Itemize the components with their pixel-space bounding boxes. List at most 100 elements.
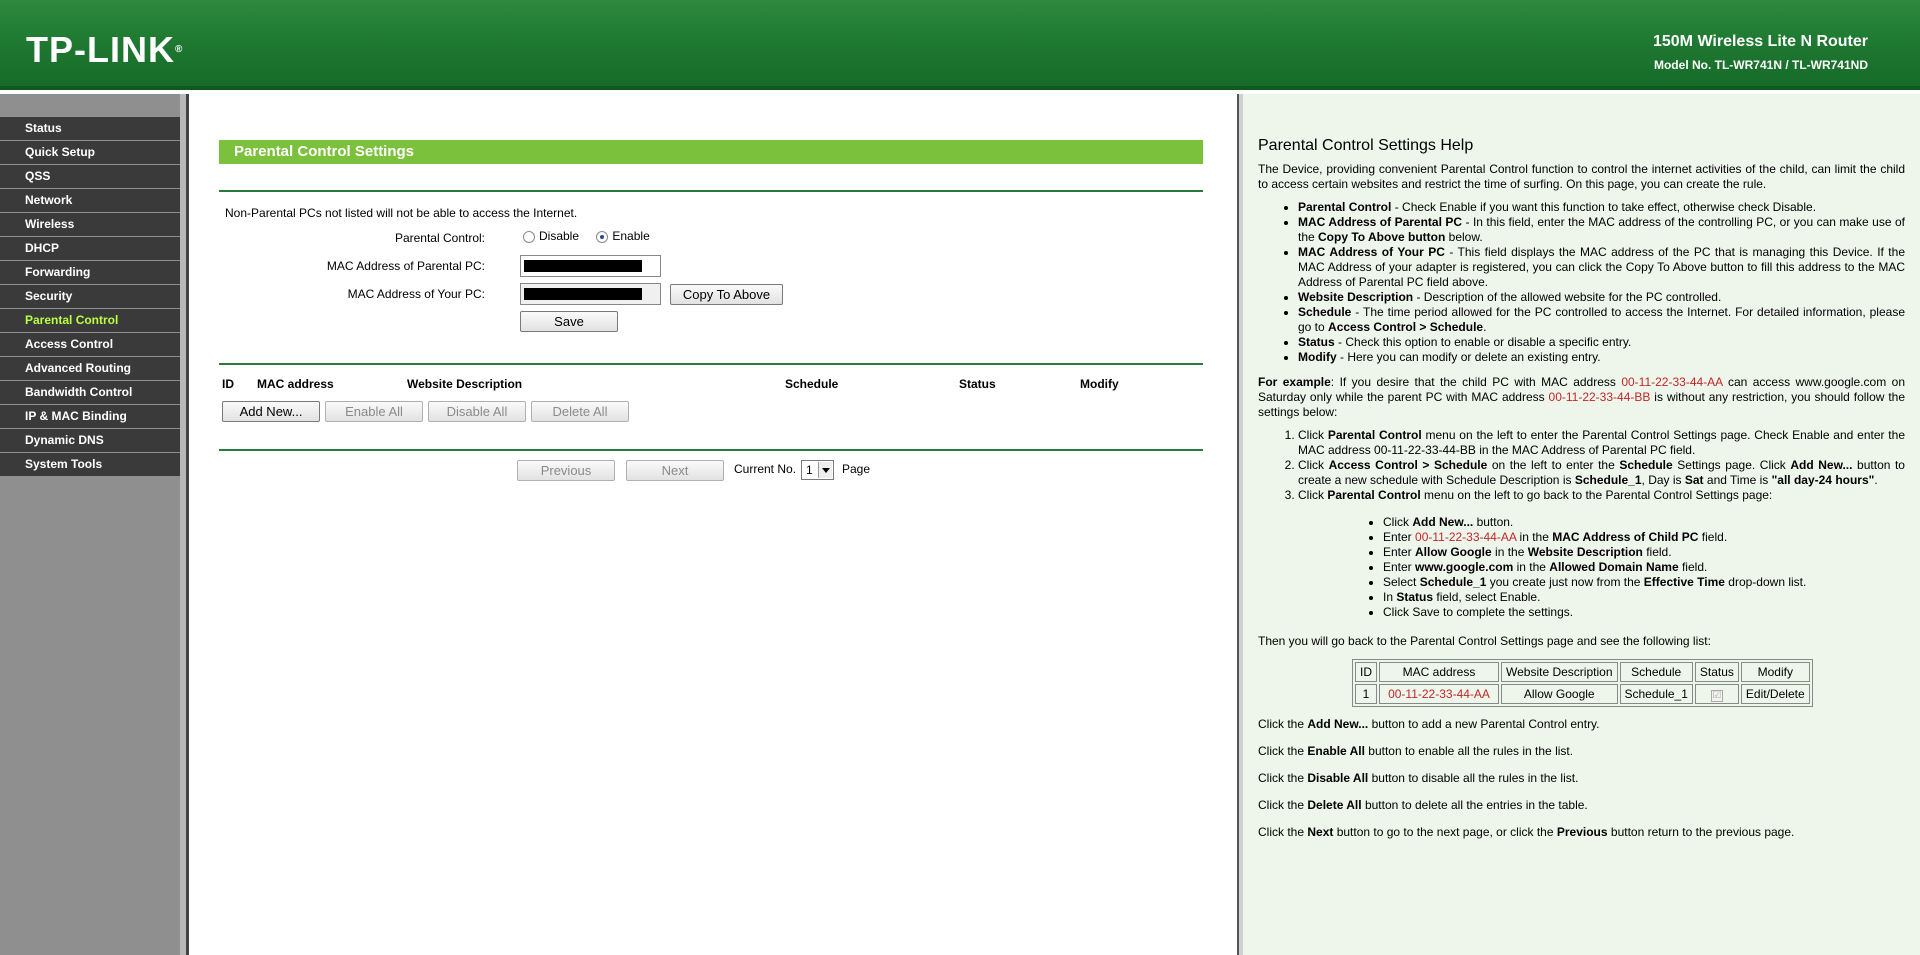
help-example: For example: If you desire that the chil… [1258, 375, 1905, 419]
page-title: Parental Control Settings [219, 140, 1203, 164]
help-button-notes: Click the Add New... button to add a new… [1258, 717, 1905, 840]
table-cell: Edit/Delete [1740, 684, 1810, 704]
table-cell: 00-11-22-33-44-AA [1379, 684, 1499, 704]
copy-to-above-button[interactable]: Copy To Above [670, 284, 783, 305]
list-item: Website Description - Description of the… [1298, 290, 1905, 305]
list-item: MAC Address of Parental PC - In this fie… [1298, 215, 1905, 245]
divider [219, 190, 1203, 192]
list-item: In Status field, select Enable. [1383, 590, 1905, 605]
sidebar-item-system-tools[interactable]: System Tools [0, 453, 182, 476]
previous-button[interactable]: Previous [517, 460, 615, 481]
sidebar-item-network[interactable]: Network [0, 189, 182, 212]
save-button[interactable]: Save [520, 311, 618, 332]
sidebar-item-dynamic-dns[interactable]: Dynamic DNS [0, 429, 182, 452]
notice-text: Non-Parental PCs not listed will not be … [225, 206, 578, 220]
table-header: Schedule [1619, 662, 1693, 682]
main-panel: Parental Control Settings Non-Parental P… [189, 94, 1237, 955]
list-item: Select Schedule_1 you create just now fr… [1383, 575, 1905, 590]
sidebar-item-wireless[interactable]: Wireless [0, 213, 182, 236]
sidebar-item-quick-setup[interactable]: Quick Setup [0, 141, 182, 164]
table-header: MAC address [1379, 662, 1499, 682]
page-label: Page [842, 462, 871, 476]
help-field-list: Parental Control - Check Enable if you w… [1298, 200, 1905, 365]
sidebar-item-access-control[interactable]: Access Control [0, 333, 182, 356]
table-cell: ☑ [1694, 684, 1739, 704]
help-title: Parental Control Settings Help [1258, 137, 1474, 154]
parental-control-radio-group: Disable Enable [523, 229, 664, 243]
redacted-value [524, 288, 642, 300]
sidebar-item-forwarding[interactable]: Forwarding [0, 261, 182, 284]
list-item: Enter 00-11-22-33-44-AA in the MAC Addre… [1383, 530, 1905, 545]
mac-parental-pc-input[interactable] [520, 255, 661, 277]
checkbox-icon: ☑ [1710, 689, 1723, 702]
help-note: Click the Enable All button to enable al… [1258, 744, 1574, 758]
list-item: Click Add New... button. [1383, 515, 1905, 530]
chevron-down-icon [818, 462, 832, 478]
next-button[interactable]: Next [626, 460, 724, 481]
current-no-label: Current No. [734, 462, 797, 476]
list-item: MAC Address of Your PC - This field disp… [1298, 245, 1905, 290]
parental-control-label: Parental Control: [394, 231, 485, 245]
col-header-mac: MAC address [257, 377, 334, 391]
help-substeps: Click Add New... button. Enter 00-11-22-… [1383, 515, 1905, 620]
disable-all-button[interactable]: Disable All [428, 401, 526, 422]
sidebar-item-status[interactable]: Status [0, 117, 182, 140]
sidebar-item-bandwidth-control[interactable]: Bandwidth Control [0, 381, 182, 404]
sidebar-menu: Status Quick Setup QSS Network Wireless … [0, 117, 182, 477]
table-header: Status [1694, 662, 1739, 682]
table-row: 1 00-11-22-33-44-AA Allow Google Schedul… [1355, 684, 1810, 704]
list-item: Click Parental Control menu on the left … [1298, 428, 1905, 458]
sidebar-item-dhcp[interactable]: DHCP [0, 237, 182, 260]
product-title: 150M Wireless Lite N Router [1652, 33, 1868, 50]
sidebar-item-advanced-routing[interactable]: Advanced Routing [0, 357, 182, 380]
sidebar: Status Quick Setup QSS Network Wireless … [0, 94, 186, 955]
sidebar-item-ip-mac-binding[interactable]: IP & MAC Binding [0, 405, 182, 428]
mac-parental-pc-label: MAC Address of Parental PC: [326, 259, 485, 273]
help-intro: The Device, providing convenient Parenta… [1258, 162, 1905, 191]
table-cell: 1 [1355, 684, 1377, 704]
help-note: Click the Disable All button to disable … [1258, 771, 1579, 785]
add-new-button[interactable]: Add New... [222, 401, 320, 422]
help-note: Click the Next button to go to the next … [1258, 825, 1795, 839]
redacted-value [524, 260, 642, 272]
divider [219, 449, 1203, 451]
mac-your-pc-field [520, 283, 661, 305]
page-select[interactable]: 1 [801, 460, 834, 480]
help-note: Click the Delete All button to delete al… [1258, 798, 1588, 812]
col-header-id: ID [222, 377, 234, 391]
help-panel: Parental Control Settings Help The Devic… [1243, 94, 1920, 955]
list-item: Click Save to complete the settings. [1383, 605, 1905, 620]
col-header-modify: Modify [1080, 377, 1119, 391]
list-item: Modify - Here you can modify or delete a… [1298, 350, 1905, 365]
tp-link-logo: TP-LINK® [26, 29, 184, 70]
mac-your-pc-label: MAC Address of Your PC: [347, 287, 485, 301]
list-item: Click Access Control > Schedule on the l… [1298, 458, 1905, 488]
help-steps: Click Parental Control menu on the left … [1298, 428, 1905, 503]
sidebar-item-security[interactable]: Security [0, 285, 182, 308]
col-header-status: Status [959, 377, 996, 391]
list-item: Schedule - The time period allowed for t… [1298, 305, 1905, 335]
help-then: Then you will go back to the Parental Co… [1258, 634, 1711, 648]
table-header: Modify [1740, 662, 1810, 682]
enable-all-button[interactable]: Enable All [325, 401, 423, 422]
enable-label: Enable [612, 229, 650, 243]
table-cell: Schedule_1 [1619, 684, 1693, 704]
divider [219, 363, 1203, 365]
list-item: Enter www.google.com in the Allowed Doma… [1383, 560, 1905, 575]
list-item: Enter Allow Google in the Website Descri… [1383, 545, 1905, 560]
header: TP-LINK® 150M Wireless Lite N Router Mod… [0, 0, 1920, 90]
list-item: Status - Check this option to enable or … [1298, 335, 1905, 350]
sidebar-item-qss[interactable]: QSS [0, 165, 182, 188]
help-note: Click the Add New... button to add a new… [1258, 717, 1600, 731]
disable-label: Disable [539, 229, 580, 243]
delete-all-button[interactable]: Delete All [531, 401, 629, 422]
table-header: Website Description [1501, 662, 1618, 682]
list-item: Parental Control - Check Enable if you w… [1298, 200, 1905, 215]
disable-radio[interactable] [523, 230, 535, 243]
table-header: ID [1355, 662, 1377, 682]
table-row: ID MAC address Website Description Sched… [1355, 662, 1810, 682]
sidebar-item-parental-control[interactable]: Parental Control [0, 309, 182, 332]
col-header-schedule: Schedule [785, 377, 839, 391]
table-cell: Allow Google [1501, 684, 1618, 704]
enable-radio[interactable] [596, 230, 609, 243]
